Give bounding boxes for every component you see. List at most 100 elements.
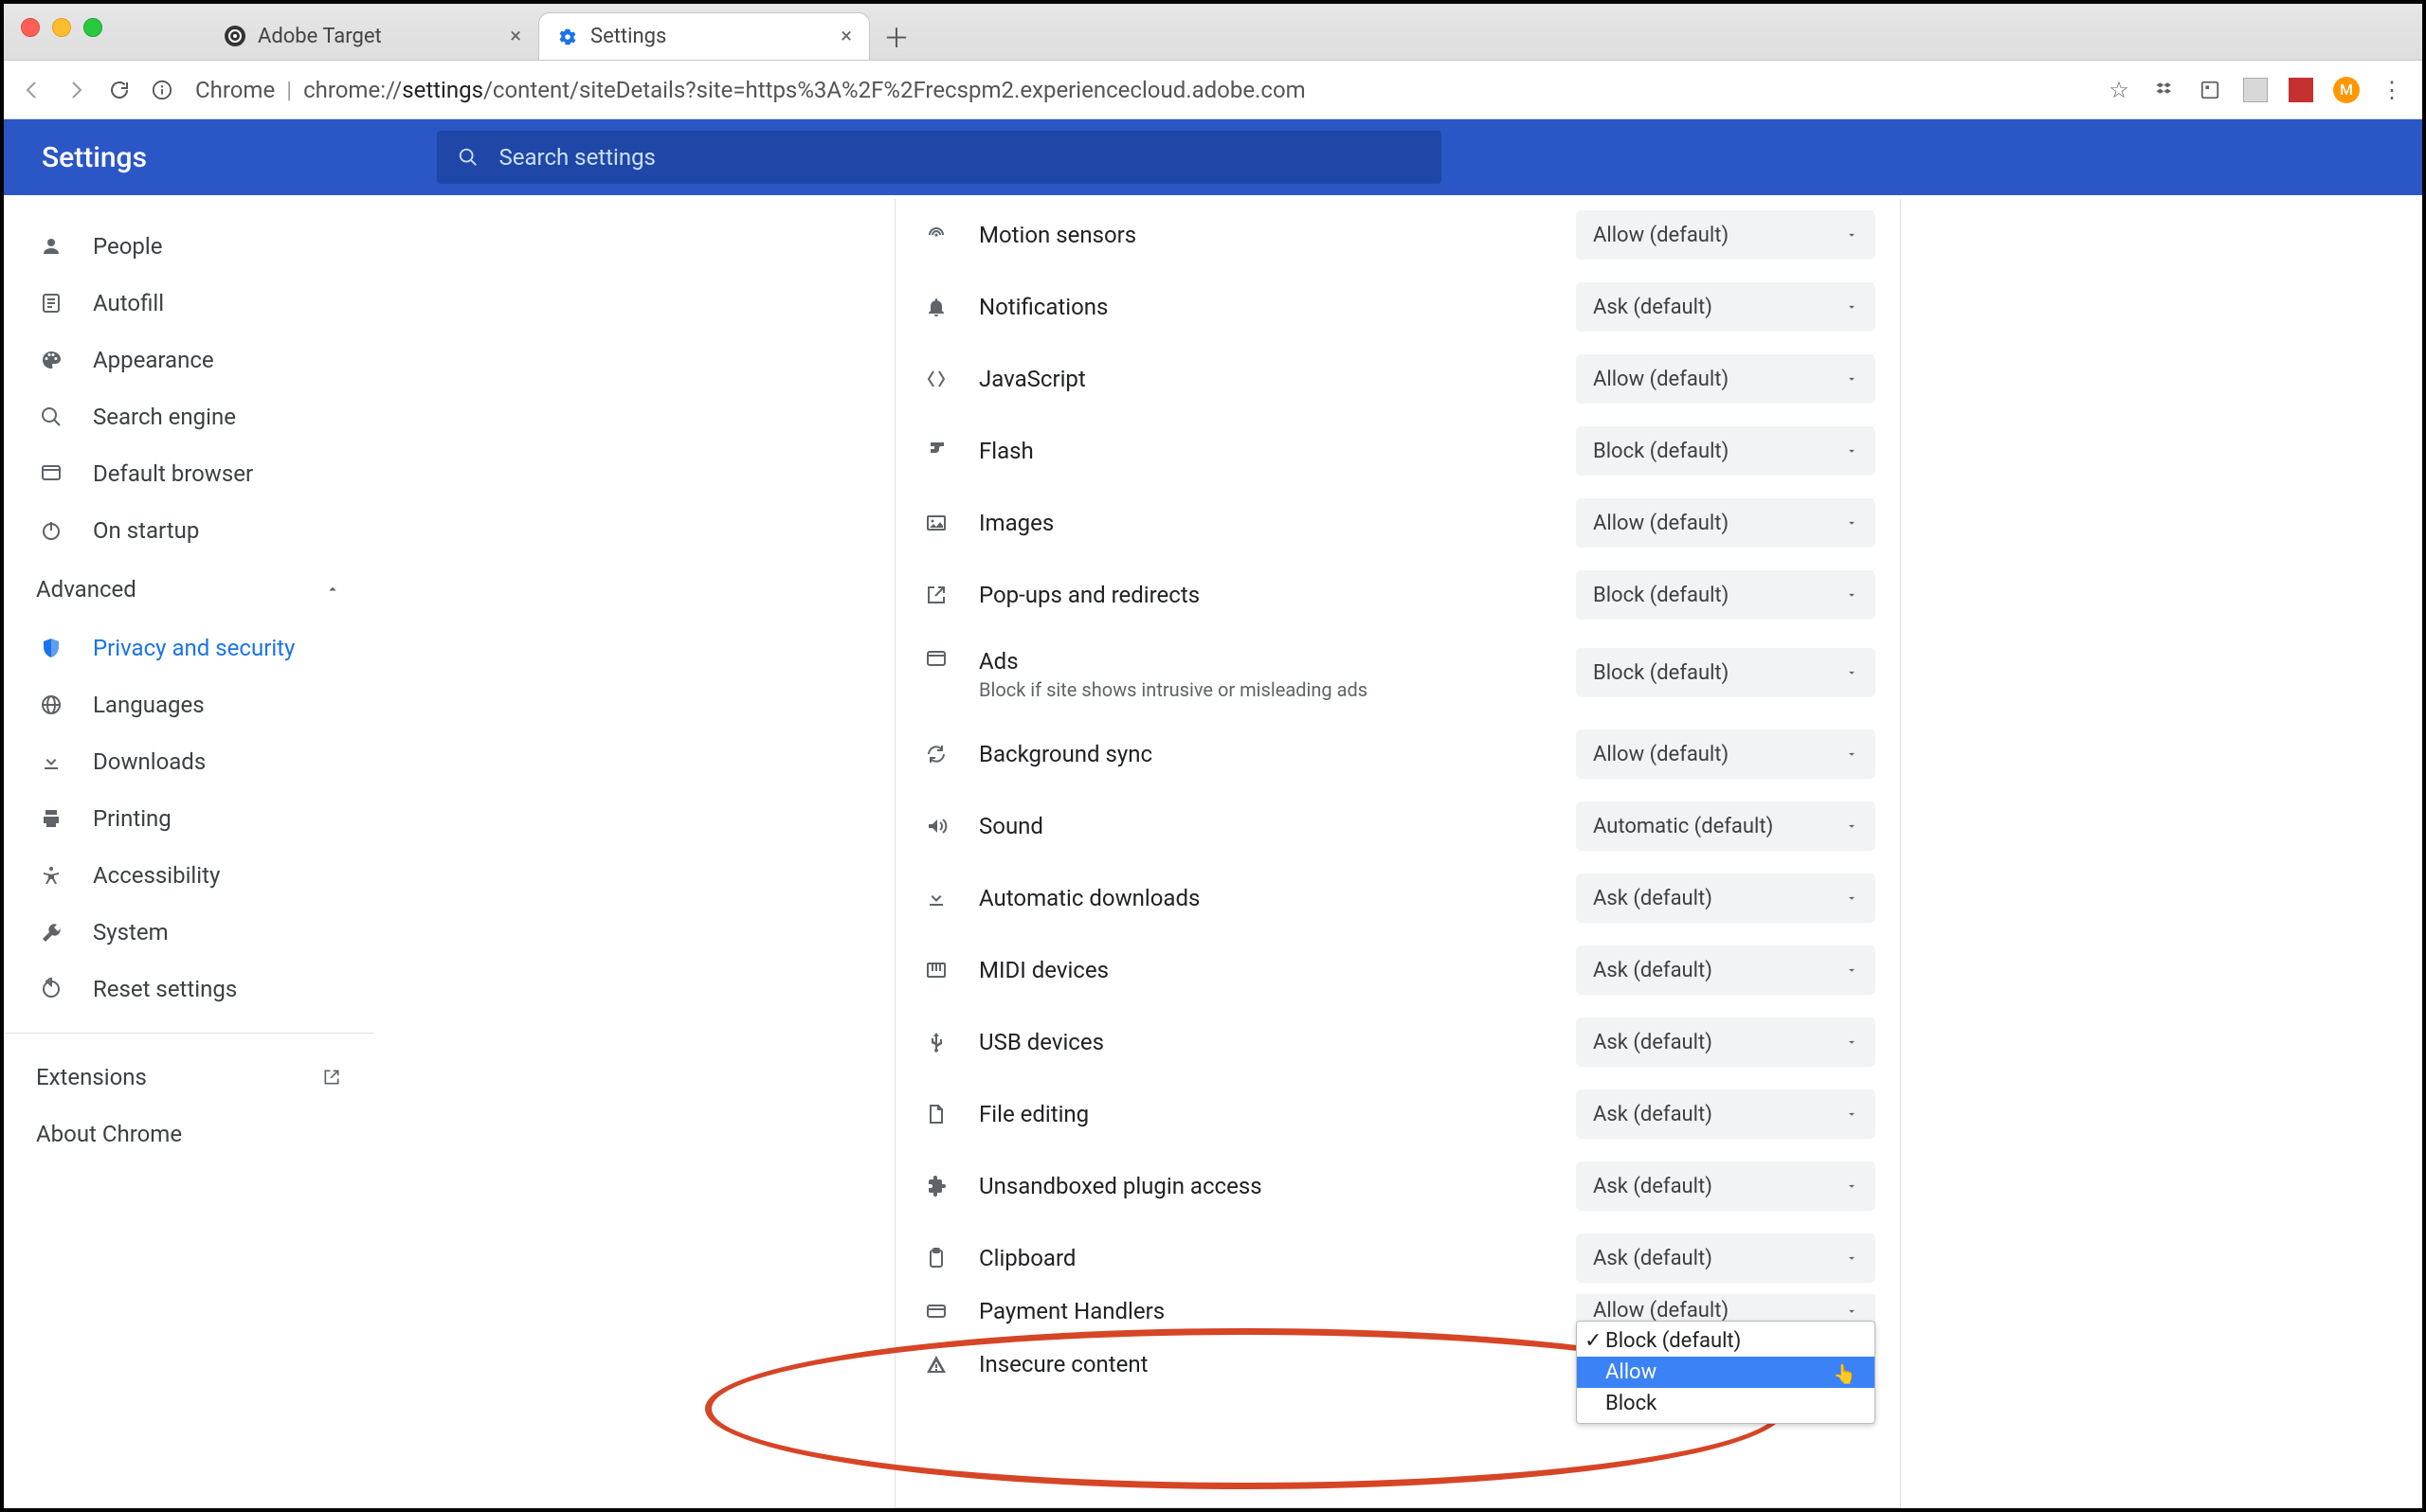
- browser-tab-adobe-target[interactable]: Adobe Target ×: [207, 12, 538, 60]
- sidebar-item-search-engine[interactable]: Search engine: [4, 388, 373, 445]
- forward-icon[interactable]: [64, 79, 91, 101]
- permission-select[interactable]: Ask (default): [1576, 1161, 1875, 1211]
- sidebar-item-languages[interactable]: Languages: [4, 676, 373, 733]
- close-tab-icon[interactable]: ×: [510, 25, 521, 48]
- permission-row-clipboard: Clipboard Ask (default): [896, 1222, 1900, 1294]
- sound-icon: [920, 815, 952, 837]
- background-sync-icon: [920, 743, 952, 765]
- caret-down-icon: [1845, 963, 1858, 977]
- close-tab-icon[interactable]: ×: [841, 25, 852, 48]
- permission-row-notifications: Notifications Ask (default): [896, 271, 1900, 343]
- close-window-icon[interactable]: [21, 18, 40, 37]
- permission-select[interactable]: Ask (default): [1576, 1089, 1875, 1139]
- advanced-label: Advanced: [36, 576, 136, 603]
- permission-label: Pop-ups and redirects: [979, 582, 1200, 608]
- permission-value: Ask (default): [1593, 296, 1712, 319]
- permission-value: Ask (default): [1593, 1031, 1712, 1054]
- startup-icon: [36, 519, 66, 542]
- permission-value: Block (default): [1593, 440, 1729, 463]
- caret-down-icon: [1845, 516, 1858, 530]
- chrome-menu-icon[interactable]: ⋮: [2379, 77, 2405, 103]
- address-bar: Chrome | chrome://settings/content/siteD…: [4, 61, 2422, 119]
- permission-select[interactable]: Block (default): [1576, 648, 1875, 697]
- permission-label: MIDI devices: [979, 957, 1109, 983]
- caret-down-icon: [1845, 1305, 1858, 1318]
- permission-select[interactable]: Allow (default): [1576, 354, 1875, 404]
- dropdown-option[interactable]: Block: [1577, 1388, 1874, 1419]
- favicon-adobe-target-icon: [224, 25, 246, 47]
- permission-select[interactable]: Ask (default): [1576, 1017, 1875, 1067]
- permission-row-sound: Sound Automatic (default): [896, 790, 1900, 862]
- sidebar-item-extensions[interactable]: Extensions: [4, 1049, 373, 1106]
- motion-sensors-icon: [920, 224, 952, 246]
- permission-row-images: Images Allow (default): [896, 487, 1900, 559]
- sidebar-item-downloads[interactable]: Downloads: [4, 733, 373, 790]
- sidebar-item-autofill[interactable]: Autofill: [4, 275, 373, 332]
- permission-dropdown-open[interactable]: Block (default)AllowBlock: [1576, 1321, 1875, 1424]
- profile-avatar-icon[interactable]: M: [2333, 77, 2360, 103]
- permission-select[interactable]: Allow (default): [1576, 729, 1875, 779]
- sidebar-item-on-startup[interactable]: On startup: [4, 502, 373, 559]
- ads-icon: [920, 648, 952, 671]
- search-settings[interactable]: [437, 131, 1441, 184]
- permission-label: Motion sensors: [979, 222, 1136, 248]
- permission-select[interactable]: Ask (default): [1576, 873, 1875, 923]
- images-icon: [920, 512, 952, 534]
- sidebar-item-printing[interactable]: Printing: [4, 790, 373, 847]
- reload-icon[interactable]: [108, 79, 135, 101]
- sidebar-item-appearance[interactable]: Appearance: [4, 332, 373, 388]
- maximize-window-icon[interactable]: [83, 18, 102, 37]
- shield-icon: [36, 637, 66, 659]
- permission-label: Automatic downloads: [979, 885, 1200, 911]
- permission-value: Allow (default): [1593, 512, 1729, 535]
- permission-select[interactable]: Ask (default): [1576, 1233, 1875, 1283]
- permission-select[interactable]: Block (default): [1576, 426, 1875, 476]
- external-link-icon: [322, 1068, 341, 1087]
- dropdown-option[interactable]: Block (default): [1577, 1325, 1874, 1357]
- new-tab-button[interactable]: ＋: [879, 20, 914, 54]
- sidebar-item-system[interactable]: System: [4, 904, 373, 961]
- insecure-content-icon: [920, 1353, 952, 1376]
- permission-select[interactable]: Ask (default): [1576, 282, 1875, 332]
- window-controls: [21, 18, 102, 37]
- search-input[interactable]: [499, 144, 1421, 171]
- extension-icon[interactable]: [2288, 77, 2314, 103]
- extension-icon[interactable]: [2197, 77, 2223, 103]
- sidebar-item-about-chrome[interactable]: About Chrome: [4, 1106, 373, 1162]
- chevron-up-icon: [324, 581, 341, 598]
- sidebar-item-privacy-security[interactable]: Privacy and security: [4, 620, 373, 676]
- sidebar-advanced-toggle[interactable]: Advanced: [4, 559, 373, 620]
- caret-down-icon: [1845, 819, 1858, 833]
- payment-handlers-icon: [920, 1300, 952, 1323]
- omnibox[interactable]: Chrome | chrome://settings/content/siteD…: [195, 77, 2089, 103]
- permission-select[interactable]: Allow (default): [1576, 498, 1875, 548]
- unsandboxed-plugin-access-icon: [920, 1175, 952, 1197]
- permission-select[interactable]: Ask (default): [1576, 945, 1875, 995]
- dropdown-option[interactable]: Allow: [1577, 1357, 1874, 1388]
- dropbox-ext-icon[interactable]: [2151, 77, 2178, 103]
- sidebar-item-reset-settings[interactable]: Reset settings: [4, 961, 373, 1017]
- browser-tab-settings[interactable]: Settings ×: [538, 12, 870, 60]
- back-icon[interactable]: [21, 79, 47, 101]
- sidebar-item-accessibility[interactable]: Accessibility: [4, 847, 373, 904]
- permission-value: Ask (default): [1593, 1175, 1712, 1198]
- permission-label: Flash: [979, 438, 1034, 464]
- sidebar-item-people[interactable]: People: [4, 218, 373, 275]
- page-title: Settings: [42, 141, 147, 174]
- extension-icon[interactable]: [2242, 77, 2269, 103]
- toolbar-actions: ☆ M ⋮: [2106, 77, 2405, 103]
- permission-row-automatic-downloads: Automatic downloads Ask (default): [896, 862, 1900, 934]
- sidebar-item-label: Search engine: [93, 404, 236, 430]
- autofill-icon: [36, 292, 66, 315]
- permission-row-motion-sensors: Motion sensors Allow (default): [896, 199, 1900, 271]
- permission-row-ads: Ads Block if site shows intrusive or mis…: [896, 631, 1900, 718]
- permission-select[interactable]: Allow (default): [1576, 210, 1875, 260]
- sidebar-item-default-browser[interactable]: Default browser: [4, 445, 373, 502]
- permission-label: Images: [979, 510, 1054, 536]
- site-info-icon[interactable]: [152, 80, 178, 100]
- javascript-icon: [920, 368, 952, 390]
- minimize-window-icon[interactable]: [52, 18, 71, 37]
- permission-select[interactable]: Block (default): [1576, 570, 1875, 620]
- permission-select[interactable]: Automatic (default): [1576, 801, 1875, 851]
- bookmark-star-icon[interactable]: ☆: [2106, 77, 2132, 103]
